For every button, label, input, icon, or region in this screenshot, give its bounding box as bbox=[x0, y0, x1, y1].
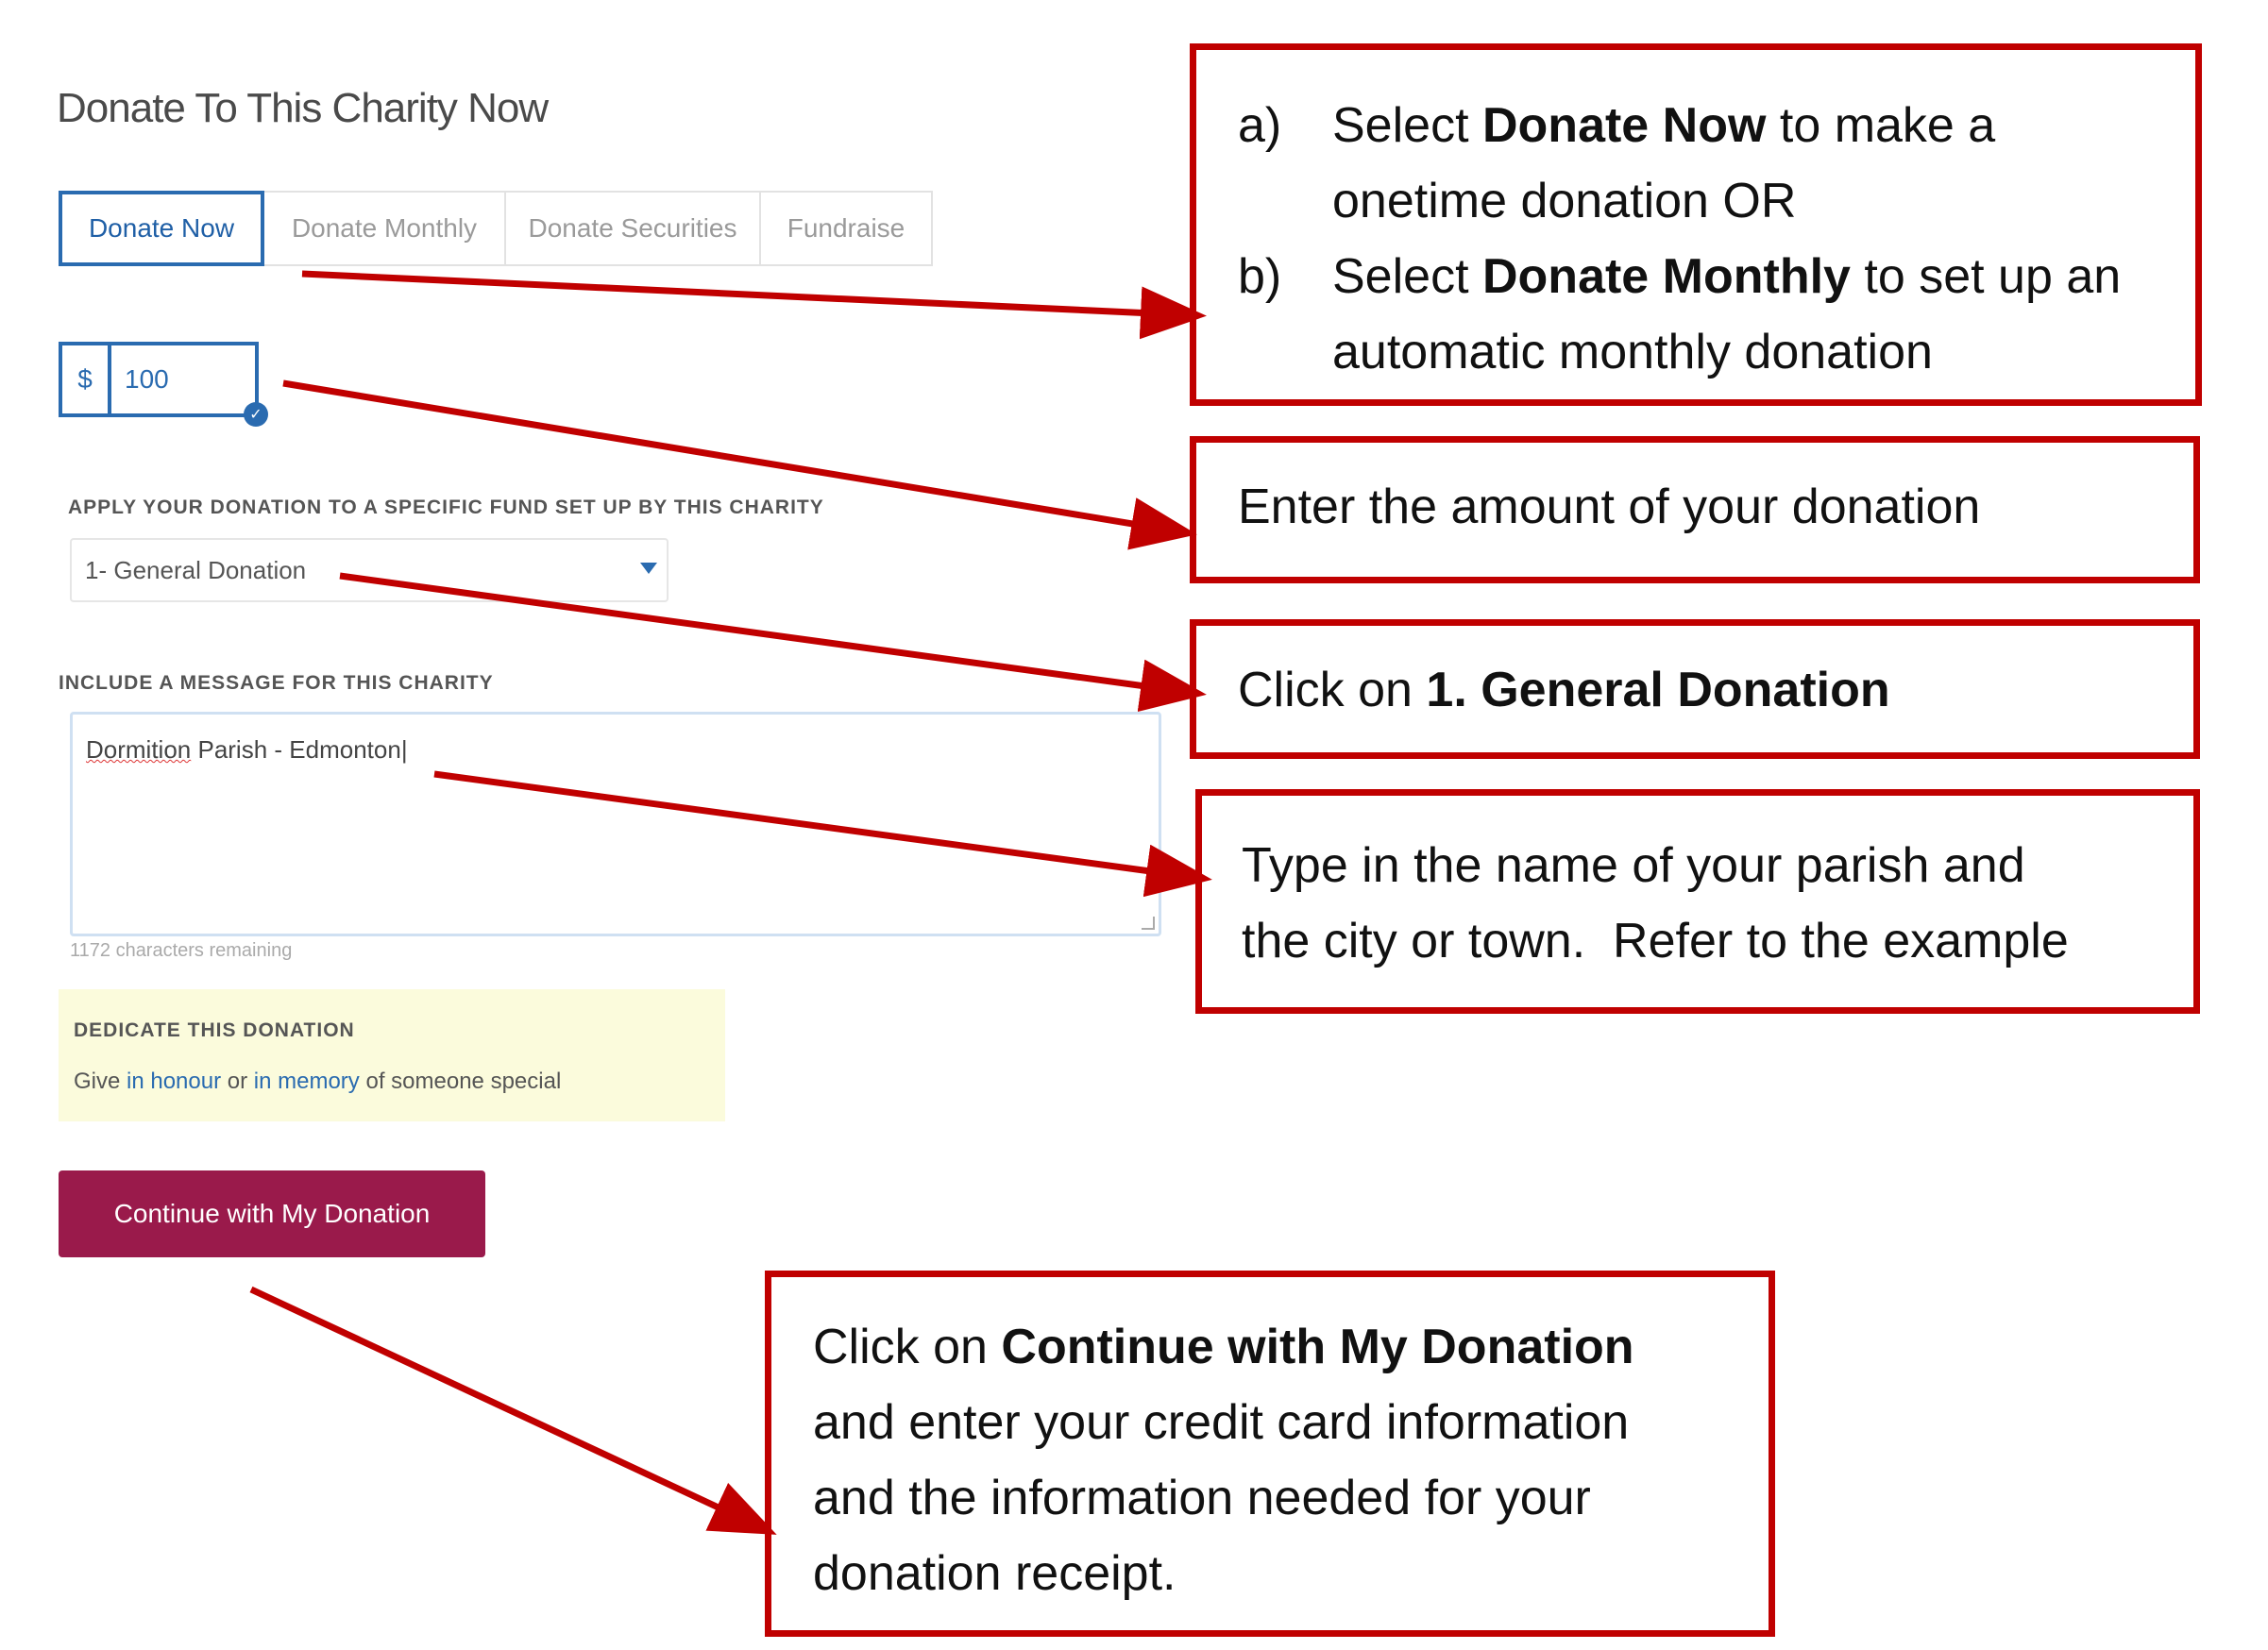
callout-b-line2: automatic monthly donation bbox=[1332, 325, 1933, 379]
chevron-down-icon bbox=[640, 563, 657, 574]
callout-a-line2: onetime donation OR bbox=[1332, 174, 1797, 228]
callout-select-tab: a) Select Donate Now to make a onetime do… bbox=[1190, 43, 2202, 406]
continue-button[interactable]: Continue with My Donation bbox=[59, 1170, 485, 1257]
arrow-icon bbox=[301, 270, 1207, 340]
dedicate-text: Give in honour or in memory of someone s… bbox=[74, 1069, 561, 1095]
dedicate-prefix: Give bbox=[74, 1069, 127, 1094]
callout-fund: Click on 1. General Donation bbox=[1190, 619, 2200, 759]
message-value: Dormition Parish - Edmonton| bbox=[86, 735, 408, 765]
callout-a-letter: a) bbox=[1238, 98, 1282, 153]
amount-input[interactable] bbox=[111, 345, 255, 413]
fund-label: APPLY YOUR DONATION TO A SPECIFIC FUND S… bbox=[68, 497, 824, 518]
callout-continue-line4: donation receipt. bbox=[813, 1546, 1176, 1601]
callout-b-letter: b) bbox=[1238, 249, 1282, 304]
fund-select[interactable]: 1- General Donation bbox=[70, 538, 669, 602]
arrow-icon bbox=[249, 1286, 777, 1535]
check-circle-icon: ✓ bbox=[244, 402, 268, 427]
message-label: INCLUDE A MESSAGE FOR THIS CHARITY bbox=[59, 672, 494, 694]
amount-field: $ bbox=[59, 342, 259, 417]
dedicate-suffix: of someone special bbox=[359, 1069, 562, 1094]
callout-continue-line2: and enter your credit card information bbox=[813, 1395, 1630, 1450]
resize-grip-icon[interactable] bbox=[1142, 917, 1155, 930]
tab-donate-monthly[interactable]: Donate Monthly bbox=[264, 191, 506, 266]
callout-continue-pre: Click on bbox=[813, 1320, 1002, 1374]
callout-amount: Enter the amount of your donation bbox=[1190, 436, 2200, 583]
callout-b-bold: Donate Monthly bbox=[1481, 249, 1851, 304]
callout-message-line2: the city or town. Refer to the example bbox=[1242, 914, 2069, 968]
callout-message-line1: Type in the name of your parish and bbox=[1242, 838, 2025, 893]
callout-message: Type in the name of your parish and the … bbox=[1195, 789, 2200, 1014]
fund-select-value: 1- General Donation bbox=[85, 555, 307, 584]
message-textarea[interactable]: Dormition Parish - Edmonton| bbox=[70, 712, 1161, 936]
message-value-rest: Parish - Edmonton bbox=[191, 735, 401, 764]
callout-b-post: to set up an bbox=[1850, 249, 2122, 304]
callout-a-bold: Donate Now bbox=[1481, 98, 1767, 153]
dedicate-panel: DEDICATE THIS DONATION Give in honour or… bbox=[59, 989, 725, 1121]
callout-b-pre: Select bbox=[1332, 249, 1482, 304]
callout-fund-bold: 1. General Donation bbox=[1426, 663, 1890, 717]
tab-donate-now[interactable]: Donate Now bbox=[59, 191, 264, 266]
in-memory-link[interactable]: in memory bbox=[254, 1069, 360, 1094]
page-title: Donate To This Charity Now bbox=[57, 85, 549, 131]
tab-fundraise[interactable]: Fundraise bbox=[761, 191, 933, 266]
tab-donate-securities[interactable]: Donate Securities bbox=[506, 191, 761, 266]
currency-symbol: $ bbox=[62, 345, 111, 413]
donation-tabs: Donate Now Donate Monthly Donate Securit… bbox=[59, 191, 933, 266]
callout-continue-line3: and the information needed for your bbox=[813, 1471, 1591, 1525]
text-caret: | bbox=[400, 735, 408, 764]
callout-amount-text: Enter the amount of your donation bbox=[1238, 480, 1981, 534]
callout-a-pre: Select bbox=[1332, 98, 1482, 153]
chars-remaining: 1172 characters remaining bbox=[70, 940, 293, 961]
dedicate-middle: or bbox=[221, 1069, 254, 1094]
dedicate-title: DEDICATE THIS DONATION bbox=[74, 1019, 355, 1041]
callout-continue: Click on Continue with My Donation and e… bbox=[765, 1271, 1775, 1637]
callout-a-post: to make a bbox=[1766, 98, 1996, 153]
callout-fund-pre: Click on bbox=[1238, 663, 1427, 717]
message-misspelled-word: Dormition bbox=[86, 735, 192, 764]
in-honour-link[interactable]: in honour bbox=[127, 1069, 221, 1094]
callout-continue-bold: Continue with My Donation bbox=[1001, 1320, 1634, 1374]
